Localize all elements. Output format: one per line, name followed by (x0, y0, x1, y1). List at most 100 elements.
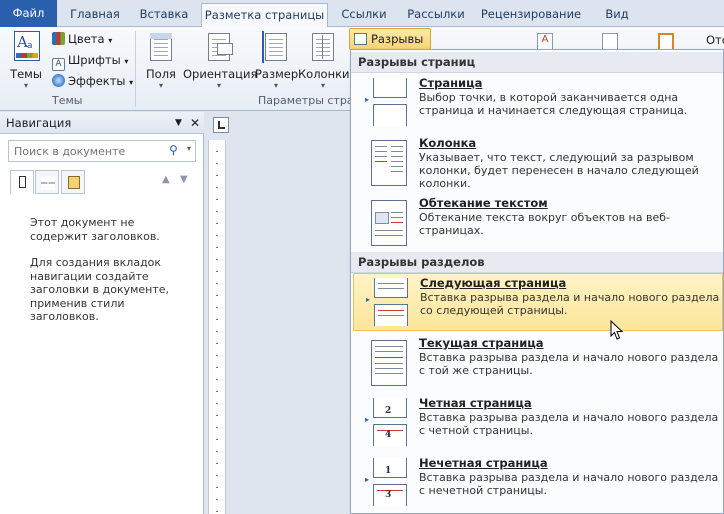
menu-item-description: Указывает, что текст, следующий за разры… (419, 151, 699, 190)
page-breaks-header: Разрывы страниц (351, 52, 723, 73)
ribbon-tab-bar: Файл Главная Вставка Разметка страницы С… (0, 0, 724, 28)
chevron-down-icon: ▾ (158, 81, 163, 90)
theme-colors-button[interactable]: Цвета ▾ (52, 30, 112, 48)
columns-label: Колонки (298, 67, 350, 81)
chevron-down-icon[interactable]: ▾ (187, 144, 191, 153)
breaks-dropdown-menu: Разрывы страниц ▸ Страница Выбор точки, … (350, 49, 724, 514)
theme-colors-label: Цвета (68, 32, 105, 46)
tab-insert[interactable]: Вставка (132, 3, 196, 27)
next-page-section-break-icon: ▸ (366, 278, 410, 328)
menu-item-description: Вставка разрыва раздела и начало нового … (419, 411, 719, 437)
margins-icon (147, 31, 175, 63)
vertical-ruler (208, 140, 226, 514)
menu-item-title: Четная страница (419, 396, 532, 410)
chevron-down-icon: ▾ (320, 81, 325, 90)
tab-headings[interactable] (10, 170, 34, 194)
menu-item-title: Обтекание текстом (419, 196, 548, 210)
navigation-pane-header: Навигация ▼ ✕ (0, 112, 204, 134)
tab-references[interactable]: Ссылки (333, 3, 395, 27)
tab-view[interactable]: Вид (592, 3, 642, 27)
no-headings-message: Этот документ не содержит заголовков. (30, 216, 160, 243)
tab-home[interactable]: Главная (60, 3, 130, 27)
pane-options-dropdown-icon[interactable]: ▼ (175, 112, 182, 134)
orientation-icon (205, 31, 233, 63)
orientation-button[interactable]: Ориентация ▾ (183, 31, 258, 90)
themes-group-label: Темы (52, 94, 83, 107)
page-number-label: 4 (385, 430, 392, 440)
page-number-label: 2 (385, 406, 392, 416)
menu-item-page-break[interactable]: ▸ Страница Выбор точки, в которой заканч… (353, 74, 723, 132)
navigation-pane: Навигация ▼ ✕ ⚲ ▾ ▲ ▼ Этот документ не с… (0, 112, 204, 514)
palette-icon (52, 32, 65, 45)
themes-icon: A a (12, 31, 40, 63)
margins-button[interactable]: Поля ▾ (140, 31, 182, 90)
tab-file[interactable]: Файл (0, 0, 57, 27)
theme-fonts-button[interactable]: A Шрифты ▾ (52, 51, 128, 71)
close-icon[interactable]: ✕ (190, 112, 200, 134)
menu-item-even-page[interactable]: 2 4 ▸ Четная страница Вставка разрыва ра… (353, 394, 723, 452)
columns-button[interactable]: Колонки ▾ (298, 31, 350, 90)
page-number-label: 3 (385, 490, 392, 500)
tab-page-layout[interactable]: Разметка страницы (201, 3, 328, 28)
menu-item-description: Вставка разрыва раздела и начало нового … (419, 471, 719, 497)
chevron-down-icon: ▾ (216, 81, 221, 90)
menu-item-description: Выбор точки, в которой заканчивается одн… (419, 91, 688, 117)
menu-item-column-break[interactable]: Колонка Указывает, что текст, следующий … (353, 134, 723, 192)
menu-item-description: Вставка разрыва раздела и начало нового … (419, 351, 719, 377)
effects-icon (52, 74, 65, 87)
size-label: Размер (255, 67, 299, 81)
chevron-down-icon: ▾ (23, 81, 28, 90)
group-separator (135, 31, 136, 107)
headings-icon (19, 176, 26, 188)
breaks-label: Разрывы (371, 32, 424, 46)
navigation-title: Навигация (6, 116, 72, 130)
column-break-icon (365, 138, 409, 188)
menu-item-description: Вставка разрыва раздела и начало нового … (420, 291, 720, 317)
size-button[interactable]: Размер ▾ (255, 31, 299, 90)
menu-item-title: Страница (419, 76, 483, 90)
columns-icon (309, 31, 337, 63)
font-icon: A (52, 58, 65, 71)
menu-item-text-wrapping[interactable]: Обтекание текстом Обтекание текста вокру… (353, 194, 723, 252)
orientation-label: Ориентация (183, 67, 258, 81)
theme-fonts-label: Шрифты (68, 53, 121, 67)
margins-label: Поля (146, 67, 176, 81)
text-wrapping-icon (365, 198, 409, 248)
odd-page-section-break-icon: 1 3 ▸ (365, 458, 409, 508)
mouse-cursor-icon (610, 320, 624, 340)
page-size-icon (262, 31, 290, 63)
search-icon[interactable]: ⚲ (169, 143, 178, 157)
search-input[interactable] (9, 141, 159, 161)
chevron-down-icon: ▾ (273, 81, 278, 90)
page-setup-group-label: Параметры стран (258, 94, 361, 107)
menu-item-title: Колонка (419, 136, 477, 150)
menu-item-odd-page[interactable]: 1 3 ▸ Нечетная страница Вставка разрыва … (353, 454, 723, 512)
theme-effects-label: Эффекты (68, 74, 126, 88)
tab-selector-button[interactable] (213, 117, 229, 133)
pages-grid-icon (41, 176, 55, 190)
tab-results[interactable] (61, 170, 85, 194)
page-break-icon (354, 33, 367, 45)
even-page-section-break-icon: 2 4 ▸ (365, 398, 409, 448)
create-headings-hint: Для создания вкладок навигации создайте … (30, 256, 170, 323)
menu-item-next-page[interactable]: ▸ Следующая страница Вставка разрыва раз… (353, 273, 723, 331)
next-arrow-icon[interactable]: ▼ (180, 174, 188, 185)
menu-item-title: Текущая страница (419, 336, 544, 350)
tab-mailings[interactable]: Рассылки (400, 3, 472, 27)
search-box: ⚲ ▾ (8, 140, 196, 162)
theme-effects-button[interactable]: Эффекты ▾ (52, 72, 133, 90)
menu-item-title: Следующая страница (420, 276, 567, 290)
results-icon (68, 176, 80, 189)
page-break-icon: ▸ (365, 78, 409, 128)
menu-item-title: Нечетная страница (419, 456, 548, 470)
menu-item-continuous[interactable]: Текущая страница Вставка разрыва раздела… (353, 334, 723, 392)
continuous-section-break-icon (365, 338, 409, 388)
previous-arrow-icon[interactable]: ▲ (162, 174, 170, 185)
tab-review[interactable]: Рецензирование (476, 3, 586, 27)
section-breaks-header: Разрывы разделов (351, 252, 723, 273)
breaks-button[interactable]: Разрывы ▾ (349, 28, 431, 65)
page-number-label: 1 (385, 466, 392, 476)
themes-button[interactable]: A a Темы ▾ (6, 31, 46, 90)
menu-item-description: Обтекание текста вокруг объектов на веб-… (419, 211, 670, 237)
tab-pages[interactable] (35, 170, 59, 194)
